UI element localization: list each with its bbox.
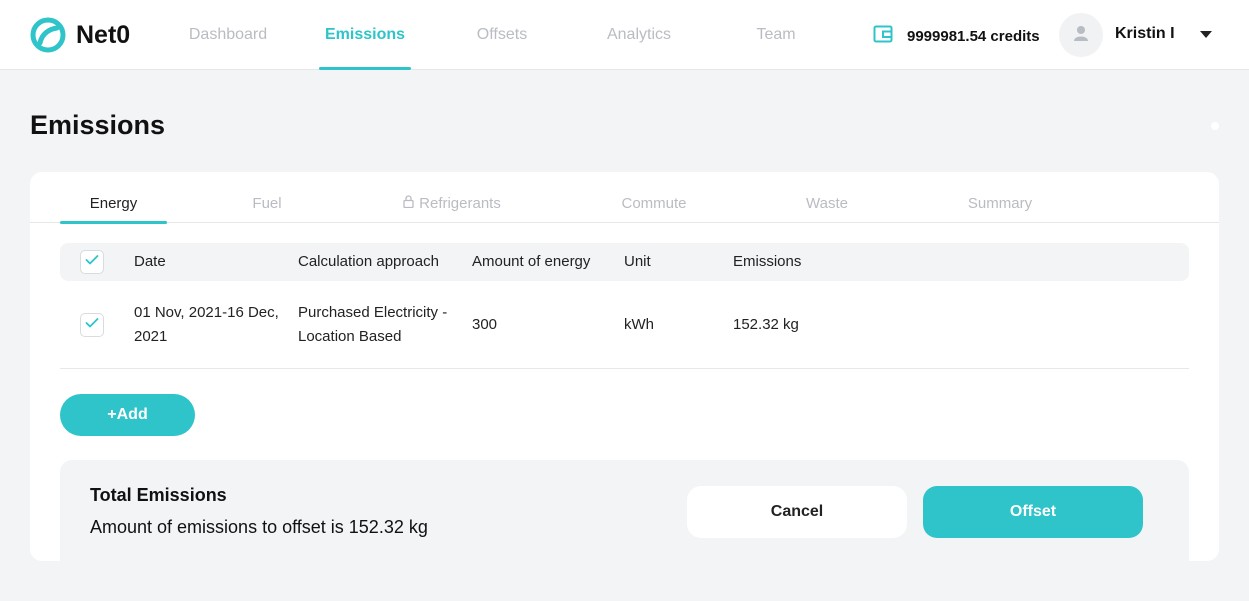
table-row[interactable]: 01 Nov, 2021-16 Dec, 2021 Purchased Elec… — [60, 285, 1189, 369]
column-header-emissions[interactable]: Emissions — [733, 243, 801, 281]
logo-text: Net0 — [76, 20, 131, 49]
nav-team[interactable]: Team — [748, 0, 804, 70]
caret-down-icon[interactable] — [1200, 31, 1212, 38]
cell-amount: 300 — [472, 316, 498, 333]
tab-fuel-label: Fuel — [252, 194, 282, 212]
nav-analytics[interactable]: Analytics — [600, 0, 678, 70]
nav-offsets[interactable]: Offsets — [470, 0, 534, 70]
check-icon — [85, 253, 99, 271]
tab-energy[interactable]: Energy — [60, 172, 167, 224]
tab-energy-label: Energy — [89, 194, 138, 212]
tab-waste-label: Waste — [806, 194, 848, 212]
cell-date: 01 Nov, 2021-16 Dec, 2021 — [134, 304, 279, 345]
tab-refrigerants[interactable]: Refrigerants — [390, 172, 514, 223]
cell-unit: kWh — [624, 316, 654, 333]
row-checkbox[interactable] — [80, 313, 104, 337]
tab-summary-label: Summary — [967, 194, 1033, 212]
lock-icon — [403, 172, 414, 236]
column-header-amount[interactable]: Amount of energy — [472, 243, 590, 281]
avatar[interactable] — [1059, 13, 1103, 57]
tab-waste[interactable]: Waste — [794, 172, 860, 223]
tab-fuel[interactable]: Fuel — [230, 172, 304, 223]
nav-dashboard[interactable]: Dashboard — [186, 0, 270, 70]
net0-logo-icon — [30, 17, 66, 53]
cell-emissions: 152.32 kg — [733, 316, 799, 333]
credits-text: 9999981.54 credits — [907, 28, 1040, 45]
page-title: Emissions — [30, 110, 166, 140]
total-emissions-text: Amount of emissions to offset is 152.32 … — [90, 517, 428, 537]
decorative-dot — [1211, 122, 1219, 130]
add-button[interactable]: +Add — [60, 394, 195, 436]
category-tabs: Energy Fuel Refrigerants Commute Waste S… — [30, 172, 1219, 224]
tab-refrigerants-label: Refrigerants — [419, 194, 501, 212]
column-header-approach[interactable]: Calculation approach — [298, 243, 439, 281]
cancel-button[interactable]: Cancel — [687, 486, 907, 538]
check-icon — [85, 316, 99, 334]
nav-emissions[interactable]: Emissions — [319, 0, 411, 70]
offset-button[interactable]: Offset — [923, 486, 1143, 538]
emissions-card: Energy Fuel Refrigerants Commute Waste S… — [30, 172, 1219, 561]
select-all-checkbox[interactable] — [80, 250, 104, 274]
tab-commute[interactable]: Commute — [608, 172, 700, 223]
total-emissions-title: Total Emissions — [90, 485, 227, 505]
total-emissions-panel: Total Emissions Amount of emissions to o… — [60, 460, 1189, 561]
user-name[interactable]: Kristin I — [1115, 25, 1175, 43]
column-header-date[interactable]: Date — [134, 243, 166, 281]
cell-approach: Purchased Electricity - Location Based — [298, 304, 448, 345]
tab-commute-label: Commute — [621, 194, 687, 212]
user-icon — [1072, 24, 1090, 47]
wallet-icon — [873, 24, 893, 49]
table-header: Date Calculation approach Amount of ener… — [60, 243, 1189, 281]
credits-display[interactable]: 9999981.54 credits — [873, 24, 1040, 49]
column-header-unit[interactable]: Unit — [624, 243, 651, 281]
logo[interactable]: Net0 — [30, 17, 130, 53]
top-bar: Net0 Dashboard Emissions Offsets Analyti… — [0, 0, 1249, 70]
tab-summary[interactable]: Summary — [955, 172, 1045, 223]
